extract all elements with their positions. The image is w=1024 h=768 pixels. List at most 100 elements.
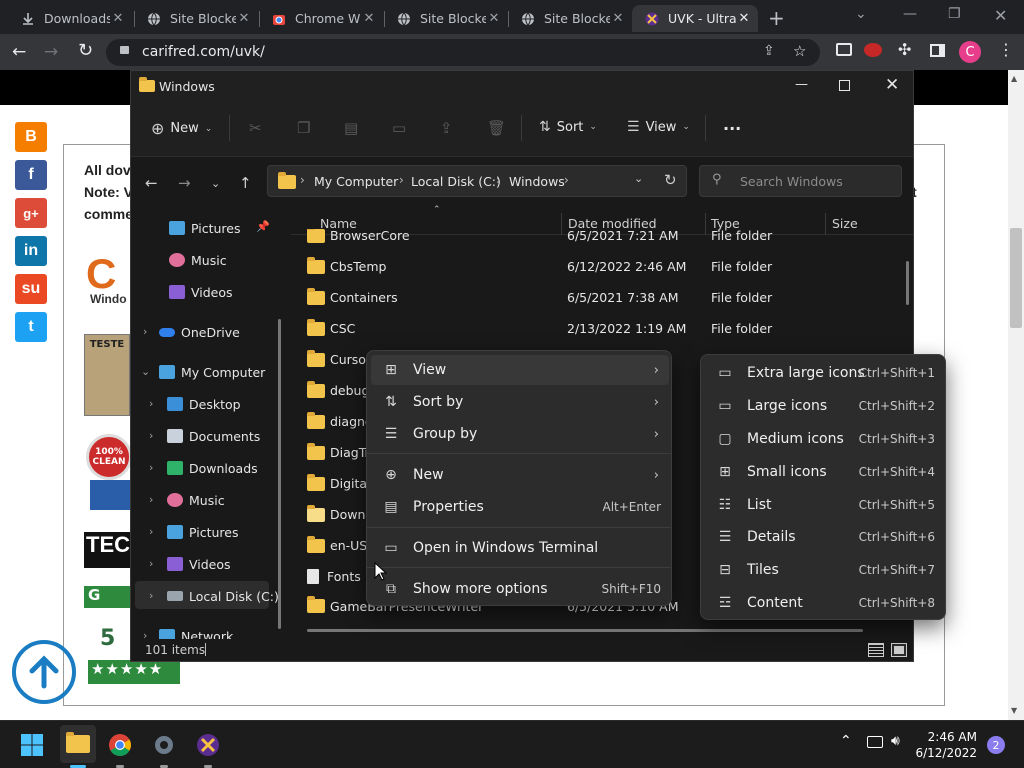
minimize-icon[interactable]: — [795,77,808,92]
tab-site-blocker-1[interactable]: Site Blocke ✕ [134,5,258,32]
new-button[interactable]: ⊕ New ⌄ [151,119,212,138]
puzzle-icon[interactable]: ✣ [898,40,911,59]
chevron-right-icon[interactable]: › [149,525,153,538]
forward-icon[interactable]: → [44,42,58,62]
nav-item-downloads[interactable]: Downloads [167,455,258,481]
menu-item-properties[interactable]: ▤ Properties Alt+Enter [371,492,669,522]
taskbar-uvk[interactable] [192,729,224,761]
menu-item-show-more-options[interactable]: ⧉ Show more options Shift+F10 [371,574,669,604]
breadcrumb-my-computer[interactable]: My Computer [314,174,398,189]
breadcrumb-windows[interactable]: Windows [509,174,565,189]
close-icon[interactable]: ✕ [486,11,502,26]
extension-icon[interactable] [864,43,882,57]
tec-badge[interactable]: TEC [84,532,130,568]
nav-item-my-computer[interactable]: My Computer [159,359,265,385]
tab-site-blocker-3[interactable]: Site Blocke ✕ [508,5,632,32]
recent-dropdown-icon[interactable]: ⌄ [211,177,220,190]
cut-icon[interactable]: ✂ [249,119,262,137]
nav-item-desktop[interactable]: Desktop [167,391,241,417]
address-bar[interactable]: carifred.com/uvk/ ⇪ ☆ [106,39,820,66]
tab-downloads[interactable]: Downloads ✕ [8,5,132,32]
tab-chrome-web-store[interactable]: Chrome W ✕ [259,5,383,32]
restore-icon[interactable]: ❐ [948,6,961,22]
file-row[interactable]: CSC 2/13/2022 1:19 AM File folder [307,313,907,344]
rename-icon[interactable]: ▭ [392,119,406,137]
sort-button[interactable]: ⇅ Sort ⌄ [539,119,597,135]
nav-item-pictures[interactable]: Pictures [167,519,239,545]
clean-badge[interactable]: 100% CLEAN [86,434,132,480]
menu-item-new[interactable]: ⊕ New › [371,460,669,490]
page-scrollbar-thumb[interactable] [1010,228,1022,328]
taskbar-chrome[interactable] [104,729,136,761]
chevron-right-icon[interactable]: › [149,461,153,474]
scroll-to-top-button[interactable] [12,640,76,704]
volume-icon[interactable]: 🔊︎ [891,733,900,749]
menu-item-content[interactable]: ☲ Content Ctrl+Shift+8 [705,588,943,618]
chevron-right-icon[interactable]: › [149,429,153,442]
nav-item-videos[interactable]: Videos [167,551,231,577]
system-clock[interactable]: 2:46 AM 6/12/2022 [915,729,977,761]
reload-icon[interactable]: ↻ [78,40,93,61]
file-row[interactable]: BrowserCore 6/5/2021 7:21 AM File folder [307,229,907,243]
close-icon[interactable]: ✕ [610,11,626,26]
delete-icon[interactable]: 🗑 [487,119,506,137]
start-button[interactable] [16,729,48,761]
google-plus-icon[interactable]: g+ [15,198,47,228]
menu-item-list[interactable]: ☷ List Ctrl+Shift+5 [705,490,943,520]
close-icon[interactable]: ✕ [736,11,752,26]
taskbar-file-explorer[interactable] [60,725,96,763]
star-icon[interactable]: ☆ [793,42,806,60]
file-row[interactable]: Containers 6/5/2021 7:38 AM File folder [307,282,907,313]
linkedin-icon[interactable]: in [15,236,47,266]
nav-item-music[interactable]: Music [169,247,227,273]
media-icon[interactable] [836,43,852,56]
blogger-icon[interactable]: B [15,122,47,152]
horizontal-scrollbar[interactable] [307,629,863,632]
close-icon[interactable]: ✕ [361,11,377,26]
more-options-icon[interactable]: ... [723,115,741,134]
view-button[interactable]: ☰ View ⌄ [627,119,690,135]
chevron-right-icon[interactable]: › [149,397,153,410]
forward-icon[interactable]: → [178,174,191,192]
nav-scrollbar[interactable] [278,319,281,629]
chevron-right-icon[interactable]: › [149,493,153,506]
chevron-right-icon[interactable]: › [149,557,153,570]
menu-item-medium-icons[interactable]: ▢ Medium icons Ctrl+Shift+3 [705,424,943,454]
explorer-address-bar[interactable]: › My Computer › Local Disk (C:) › Window… [267,165,687,197]
side-panel-icon[interactable] [930,44,945,57]
chevron-up-icon[interactable]: ⌃ [840,733,852,749]
notification-badge[interactable]: 2 [987,736,1005,754]
maximize-icon[interactable] [839,80,850,91]
up-icon[interactable]: ↑ [239,174,252,192]
nav-item-onedrive[interactable]: OneDrive [159,319,240,345]
tab-site-blocker-2[interactable]: Site Blocke ✕ [384,5,508,32]
copy-icon[interactable]: ❐ [297,119,310,137]
menu-item-open-terminal[interactable]: ▭ Open in Windows Terminal [371,533,669,563]
close-icon[interactable]: ✕ [885,75,899,95]
menu-item-view[interactable]: ⊞ View › [371,355,669,385]
nav-item-videos[interactable]: Videos [169,279,233,305]
chevron-down-icon[interactable]: ⌄ [855,6,867,22]
profile-avatar[interactable]: C [959,41,981,63]
menu-item-sort-by[interactable]: ⇅ Sort by › [371,387,669,417]
new-tab-button[interactable]: + [768,6,785,30]
file-row[interactable]: CbsTemp 6/12/2022 2:46 AM File folder [307,251,907,282]
nav-item-documents[interactable]: Documents [167,423,260,449]
close-window-icon[interactable]: ✕ [994,6,1007,25]
chevron-right-icon[interactable]: › [143,325,147,338]
stumbleupon-icon[interactable]: su [15,274,47,304]
chevron-down-icon[interactable]: ⌄ [141,365,150,378]
menu-item-tiles[interactable]: ⊟ Tiles Ctrl+Shift+7 [705,555,943,585]
nav-item-music[interactable]: Music [167,487,225,513]
menu-item-small-icons[interactable]: ⊞ Small icons Ctrl+Shift+4 [705,457,943,487]
menu-item-large-icons[interactable]: ▭ Large icons Ctrl+Shift+2 [705,391,943,421]
menu-item-details[interactable]: ☰ Details Ctrl+Shift+6 [705,522,943,552]
menu-item-group-by[interactable]: ☰ Group by › [371,419,669,449]
facebook-icon[interactable]: f [15,160,47,190]
close-icon[interactable]: ✕ [110,11,126,26]
paste-icon[interactable]: ▤ [344,119,358,137]
back-icon[interactable]: ← [12,42,26,62]
breadcrumb-local-disk[interactable]: Local Disk (C:) [411,174,501,189]
details-view-icon[interactable] [868,643,884,657]
minimize-icon[interactable]: — [903,6,917,22]
